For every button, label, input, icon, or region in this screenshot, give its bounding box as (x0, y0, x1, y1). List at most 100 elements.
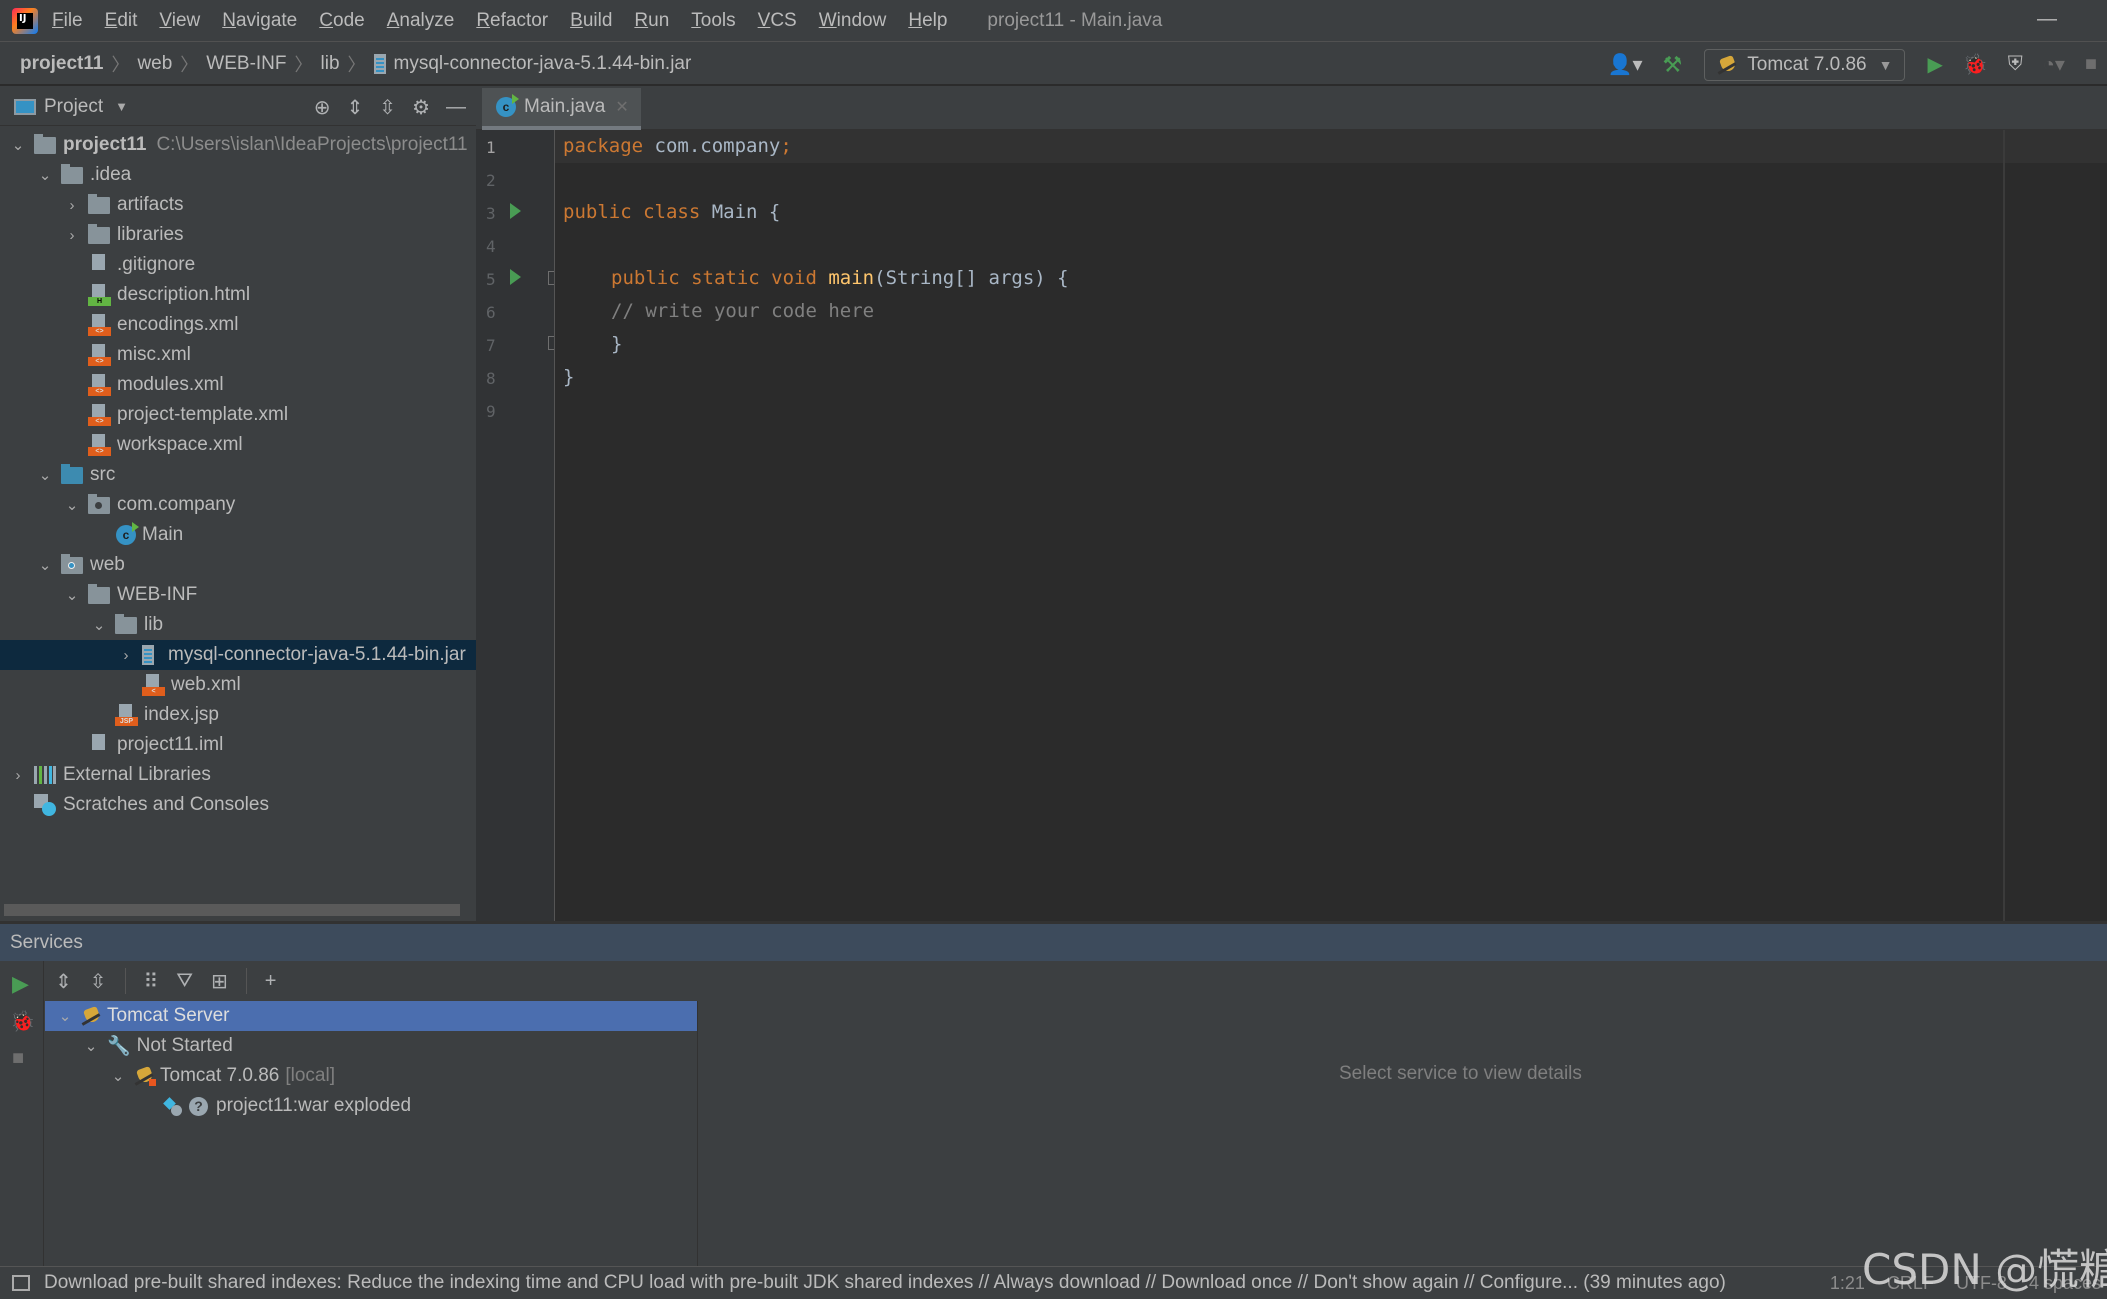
menu-window[interactable]: Window (819, 10, 887, 32)
service-artifact[interactable]: ? project11:war exploded (45, 1091, 697, 1121)
code-editor[interactable]: package com.company; public class Main {… (554, 130, 2107, 921)
horizontal-scrollbar[interactable] (4, 904, 460, 916)
stop-icon[interactable]: ■ (2085, 53, 2097, 76)
code-line-6: // write your code here (611, 300, 875, 322)
expand-all-icon[interactable]: ⇕ (347, 95, 364, 120)
menu-edit[interactable]: Edit (105, 10, 138, 32)
service-not-started[interactable]: ⌄ 🔧 Not Started (45, 1031, 697, 1061)
caret-position[interactable]: 1:21 (1830, 1273, 1865, 1294)
chevron-down-icon[interactable]: ⌄ (35, 466, 55, 484)
add-service-icon[interactable]: + (265, 970, 277, 993)
tree-item-idea[interactable]: ⌄ .idea (0, 160, 476, 190)
tree-item-mysql-connector-jar[interactable]: › mysql-connector-java-5.1.44-bin.jar (0, 640, 476, 670)
chevron-right-icon[interactable]: › (62, 197, 82, 214)
menu-analyze[interactable]: Analyze (387, 10, 455, 32)
tree-item-web[interactable]: ⌄ web (0, 550, 476, 580)
chevron-down-icon[interactable]: ⌄ (89, 616, 109, 634)
expand-all-icon[interactable]: ⇕ (55, 969, 72, 994)
menu-vcs[interactable]: VCS (758, 10, 797, 32)
chevron-down-icon[interactable]: ⌄ (62, 586, 82, 604)
right-margin-guide (2003, 130, 2005, 921)
build-hammer-icon[interactable]: ⚒ (1663, 52, 1683, 78)
tree-item-project-template-xml[interactable]: <> project-template.xml (0, 400, 476, 430)
coverage-icon[interactable]: ⛨ (2008, 53, 2023, 76)
breadcrumb-lib[interactable]: lib (321, 53, 340, 75)
tab-main-java[interactable]: c Main.java ✕ (482, 88, 641, 130)
tree-item-description-html[interactable]: H description.html (0, 280, 476, 310)
tree-item-workspace-xml[interactable]: <> workspace.xml (0, 430, 476, 460)
collapse-all-icon[interactable]: ⇳ (90, 969, 107, 994)
menu-tools[interactable]: Tools (691, 10, 735, 32)
chevron-down-icon[interactable]: ⌄ (108, 1067, 128, 1085)
chevron-right-icon[interactable]: › (116, 647, 136, 664)
new-tab-icon[interactable]: ⊞ (211, 969, 228, 994)
menu-code[interactable]: Code (319, 10, 364, 32)
debug-icon[interactable]: 🐞 (1963, 52, 1988, 77)
tree-item-src[interactable]: ⌄ src (0, 460, 476, 490)
service-tomcat-7[interactable]: ⌄ Tomcat 7.0.86 [local] (45, 1061, 697, 1091)
chevron-down-icon[interactable]: ⌄ (35, 166, 55, 184)
hide-panel-icon[interactable]: — (446, 96, 466, 119)
run-icon[interactable]: ▶ (12, 971, 29, 997)
tree-item-web-xml[interactable]: < web.xml (0, 670, 476, 700)
run-configuration-dropdown[interactable]: Tomcat 7.0.86 ▼ (1704, 48, 1906, 81)
menu-navigate[interactable]: Navigate (222, 10, 297, 32)
tree-item-main[interactable]: c Main (0, 520, 476, 550)
profile-icon[interactable]: ◔▾ (2043, 52, 2065, 77)
tree-item-misc-xml[interactable]: <> misc.xml (0, 340, 476, 370)
locate-file-icon[interactable]: ⊕ (314, 95, 331, 120)
code-line-7: } (611, 333, 623, 355)
close-icon[interactable]: ✕ (615, 97, 628, 117)
minimize-button[interactable]: — (2037, 8, 2057, 31)
menu-view[interactable]: View (159, 10, 200, 32)
editor-tab-bar: c Main.java ✕ (476, 88, 2107, 130)
tree-item-label: web.xml (171, 674, 241, 695)
chevron-down-icon[interactable]: ⌄ (8, 136, 28, 154)
run-icon[interactable]: ▶ (1927, 52, 1942, 77)
tree-item-gitignore[interactable]: .gitignore (0, 250, 476, 280)
tree-item-encodings-xml[interactable]: <> encodings.xml (0, 310, 476, 340)
debug-icon[interactable]: 🐞 (10, 1009, 35, 1034)
chevron-down-icon[interactable]: ⌄ (35, 556, 55, 574)
service-tomcat-server[interactable]: ⌄ Tomcat Server (45, 1001, 697, 1031)
tree-item-libraries[interactable]: › libraries (0, 220, 476, 250)
breadcrumb-web-inf[interactable]: WEB-INF (206, 53, 286, 75)
tree-item-lib[interactable]: ⌄ lib (0, 610, 476, 640)
folder-icon (88, 193, 110, 214)
chevron-right-icon[interactable]: › (62, 227, 82, 244)
gear-icon[interactable]: ⚙ (412, 95, 430, 120)
menu-help[interactable]: Help (908, 10, 947, 32)
toggle-tool-windows-icon[interactable] (12, 1275, 30, 1291)
collapse-all-icon[interactable]: ⇳ (379, 95, 396, 120)
chevron-down-icon[interactable]: ⌄ (81, 1037, 101, 1055)
tree-item-scratches[interactable]: Scratches and Consoles (0, 790, 476, 820)
filter-icon[interactable]: ⛛ (176, 970, 193, 993)
tree-item-artifacts[interactable]: › artifacts (0, 190, 476, 220)
tree-item-label: project11.iml (117, 734, 224, 755)
breadcrumb-web[interactable]: web (137, 53, 172, 75)
tree-item-index-jsp[interactable]: JSP index.jsp (0, 700, 476, 730)
tree-item-external-libraries[interactable]: › External Libraries (0, 760, 476, 790)
run-class-icon[interactable] (510, 203, 521, 219)
tree-item-project11[interactable]: ⌄ project11 C:\Users\islan\IdeaProjects\… (0, 130, 476, 160)
menu-build[interactable]: Build (570, 10, 612, 32)
stop-icon[interactable]: ■ (12, 1047, 24, 1070)
chevron-right-icon[interactable]: › (8, 767, 28, 784)
breadcrumb-jar[interactable]: mysql-connector-java-5.1.44-bin.jar (394, 53, 692, 75)
user-icon[interactable]: 👤▾ (1608, 52, 1643, 77)
menu-run[interactable]: Run (634, 10, 669, 32)
group-by-icon[interactable]: ⠿ (144, 969, 159, 994)
tree-item-com-company[interactable]: ⌄ com.company (0, 490, 476, 520)
tree-item-web-inf[interactable]: ⌄ WEB-INF (0, 580, 476, 610)
chevron-down-icon[interactable]: ⌄ (55, 1007, 75, 1025)
status-message[interactable]: Download pre-built shared indexes: Reduc… (44, 1272, 1726, 1294)
chevron-down-icon[interactable]: ▼ (115, 99, 128, 114)
menu-refactor[interactable]: Refactor (476, 10, 548, 32)
tree-item-project11-iml[interactable]: project11.iml (0, 730, 476, 760)
breadcrumb-project[interactable]: project11 (20, 53, 103, 75)
menu-file[interactable]: File (52, 10, 83, 32)
chevron-down-icon[interactable]: ⌄ (62, 496, 82, 514)
project-view-selector[interactable]: Project (44, 96, 103, 118)
run-main-icon[interactable] (510, 269, 521, 285)
tree-item-modules-xml[interactable]: <> modules.xml (0, 370, 476, 400)
